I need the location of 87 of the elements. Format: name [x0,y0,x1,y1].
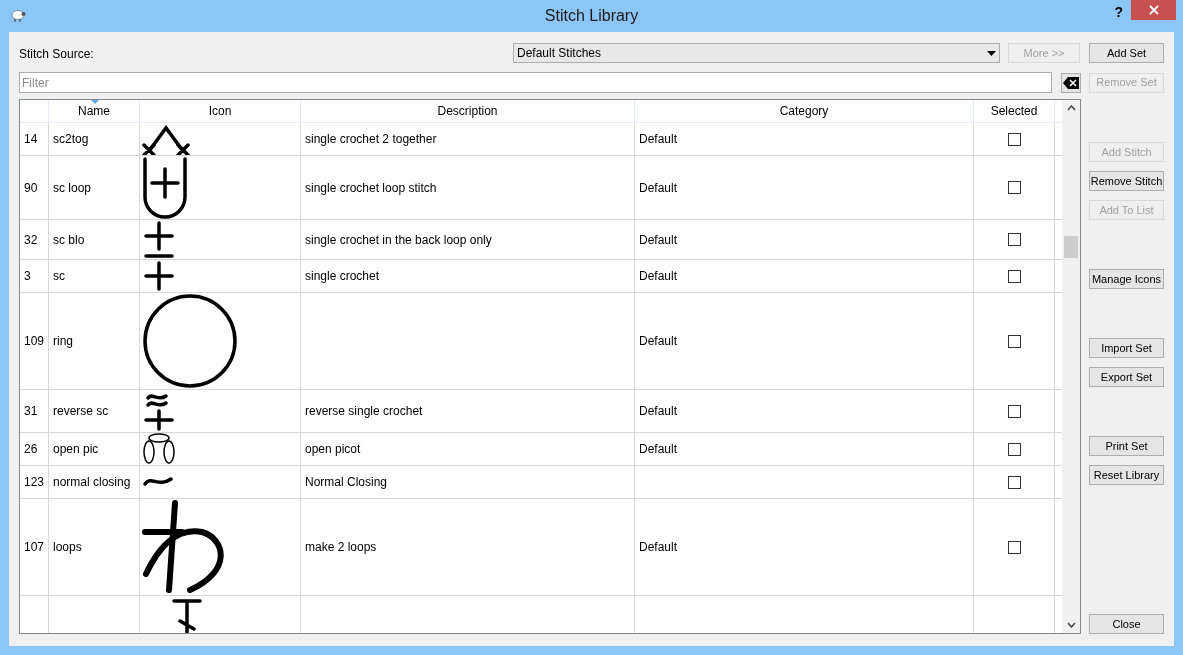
dropdown-arrow-icon [987,50,996,56]
table-cell-text: open picot [305,441,361,458]
table-cell-text: single crochet loop stitch [305,179,437,197]
table-cell-text: loops [53,539,82,556]
table-row[interactable]: 31 reverse sc reverse single crochet Default [20,390,1062,433]
table-cell-text: Default [639,268,678,285]
action-button[interactable]: Export Set [1089,367,1164,387]
sort-indicator-icon [91,100,99,104]
selected-checkbox[interactable] [1007,475,1021,489]
row-number: 31 [24,403,38,420]
vertical-scrollbar[interactable] [1062,100,1080,633]
table-row[interactable]: 26 open pic open picot Default [20,433,1062,466]
scroll-up-icon [1066,105,1076,111]
table-cell-text: single crochet 2 together [305,131,437,148]
table-row[interactable]: 107 loops make 2 loops Default [20,499,1062,596]
row-number: 32 [24,231,38,249]
column-header[interactable]: Name [78,102,110,120]
selected-checkbox[interactable] [1007,233,1021,246]
column-header[interactable]: Selected [990,102,1038,120]
table-cell-text: Default [639,539,678,556]
stitch-icon [142,391,176,431]
close-window-button[interactable] [1131,0,1176,20]
row-number: 3 [24,268,31,285]
table-row[interactable]: 109 ring Default [20,293,1062,390]
selected-checkbox[interactable] [1007,269,1021,283]
filter-field[interactable]: Filter [19,72,1052,93]
row-number: 90 [24,179,38,197]
action-button[interactable]: Remove Stitch [1089,171,1164,191]
table-cell-text: open pic [53,441,99,458]
stitch-icon [142,293,238,389]
table-row[interactable]: 123 normal closing Normal Closing [20,466,1062,499]
column-header[interactable]: Category [779,102,829,120]
source-label: Stitch Source: [19,47,94,61]
table-cell-text: sc blo [53,231,85,249]
sheep-icon [10,9,26,22]
action-button[interactable]: Print Set [1089,436,1164,456]
clear-icon [1063,76,1079,89]
table-cell-text: Normal Closing [305,474,388,491]
table-cell-text: single crochet [305,268,380,285]
table-cell-text: sc loop [53,179,92,197]
stitch-icon [172,599,202,633]
scrollbar-thumb[interactable] [1064,236,1078,258]
selected-checkbox[interactable] [1007,181,1021,194]
clear-filter-button[interactable] [1061,72,1081,93]
row-number: 26 [24,441,38,458]
table-cell-text: Default [639,179,678,197]
row-number: 14 [24,131,38,148]
action-button[interactable]: Import Set [1089,338,1164,358]
action-button[interactable]: Add Set [1089,43,1164,63]
selected-checkbox[interactable] [1007,404,1021,418]
table-cell-text: Default [639,441,678,458]
close-icon [1148,5,1159,15]
scroll-down-icon [1066,622,1076,628]
stitch-icon [142,261,176,291]
stitch-icon [142,475,174,489]
table-cell-text: normal closing [53,474,131,491]
table-row[interactable]: 3 sc single crochet Default [20,260,1062,293]
table-cell-text: sc [53,268,65,285]
selected-checkbox[interactable] [1007,334,1021,348]
table-row[interactable]: 90 sc loop single crochet loop stitch Default [20,156,1062,220]
row-number: 109 [24,333,45,350]
column-header[interactable]: Icon [208,102,232,120]
table-cell-text: Default [639,403,678,420]
table-cell-text: reverse single crochet [305,403,423,420]
table-cell-text: Default [639,131,678,148]
selected-checkbox[interactable] [1007,540,1021,554]
table-cell-text: Default [639,333,678,350]
table-cell-text: reverse sc [53,403,109,420]
window-title: Stitch Library [544,7,639,24]
selected-checkbox[interactable] [1007,132,1021,146]
table-row[interactable]: 14 sc2tog single crochet 2 together Default [20,123,1062,156]
table-cell-text: Default [639,231,678,249]
action-button[interactable]: Manage Icons [1089,269,1164,289]
selected-checkbox[interactable] [1007,442,1021,456]
table-cell-text: make 2 loops [305,539,377,556]
table-cell-text: sc2tog [53,131,89,148]
action-button[interactable]: Close [1089,614,1164,634]
stitch-icon [142,433,176,465]
table-cell-text: ring [53,333,73,350]
table-cell-text: single crochet in the back loop only [305,231,492,249]
help-button[interactable]: ? [1114,2,1123,23]
source-dropdown[interactable]: Default Stitches [513,43,1000,63]
action-button[interactable]: Reset Library [1089,465,1164,485]
row-number: 107 [24,539,45,556]
row-number: 123 [24,474,45,491]
table-row[interactable]: 32 sc blo single crochet in the back loop only Default [20,220,1062,260]
column-header[interactable]: Description [437,102,498,120]
